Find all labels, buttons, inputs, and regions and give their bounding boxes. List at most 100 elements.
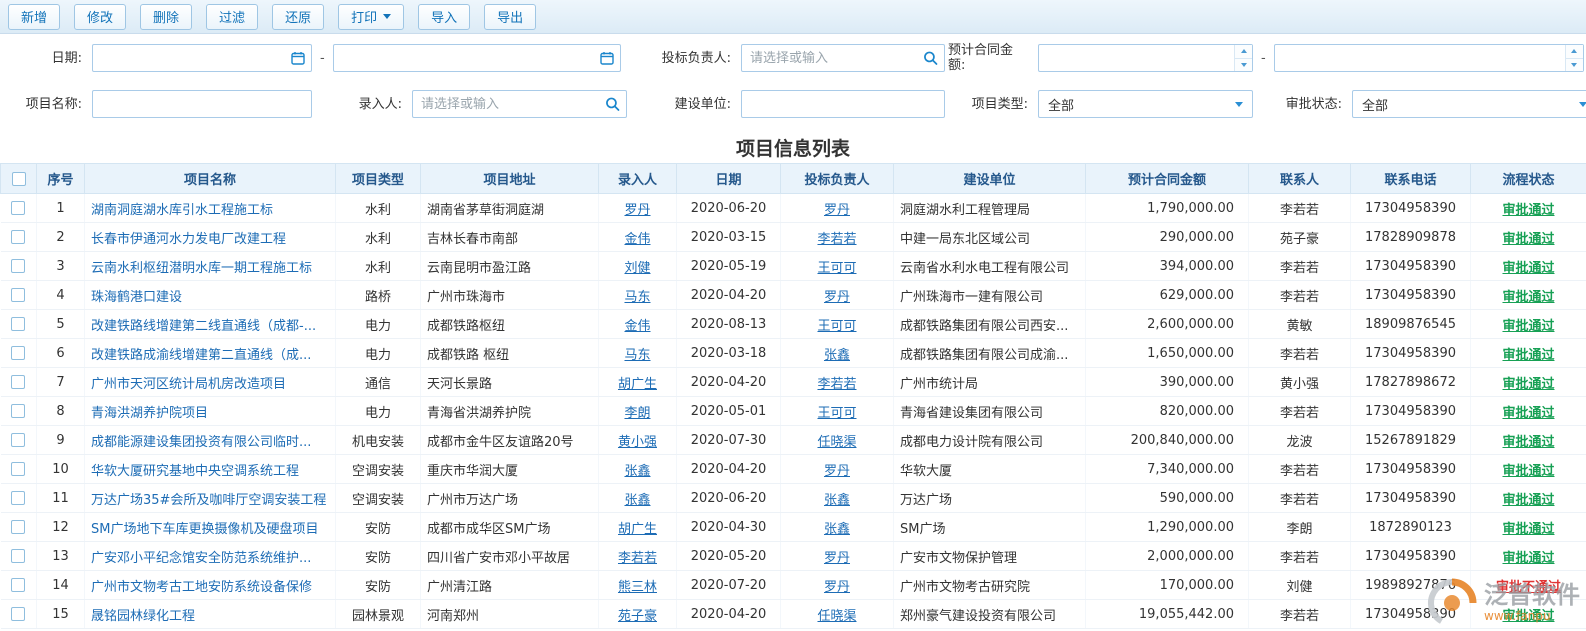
row-checkbox[interactable] [11,230,26,244]
calendar-icon[interactable] [600,51,614,65]
flow-status-link[interactable]: 审批通过 [1502,319,1554,334]
toolbar-button-restore[interactable]: 还原 [272,3,325,30]
stepper-up-icon[interactable] [1235,45,1252,58]
toolbar-button-export[interactable]: 导出 [484,3,537,30]
number-stepper[interactable] [1234,45,1252,71]
bid-manager-link[interactable]: 王可可 [817,319,856,334]
row-checkbox[interactable] [11,288,26,302]
row-checkbox[interactable] [11,491,26,505]
entry-person-link[interactable]: 李若若 [618,551,657,566]
toolbar-button-delete[interactable]: 删除 [140,3,193,30]
flow-status-link[interactable]: 审批通过 [1502,290,1554,305]
entry-person-link[interactable]: 熊三林 [618,580,657,595]
bid-manager-input[interactable] [741,44,945,72]
toolbar-button-print[interactable]: 打印 [338,3,405,30]
calendar-icon[interactable] [291,51,305,65]
date-to-input[interactable] [332,44,621,72]
entry-person-link[interactable]: 张鑫 [624,493,650,508]
flow-status-link[interactable]: 审批通过 [1502,348,1554,363]
project-name-link[interactable]: 晟铭园林绿化工程 [91,609,195,624]
bid-manager-link[interactable]: 罗丹 [824,580,850,595]
approval-status-select[interactable]: 全部 [1352,90,1586,118]
toolbar-button-import[interactable]: 导入 [418,3,471,30]
row-checkbox[interactable] [11,520,26,534]
entry-person-link[interactable]: 胡广生 [618,377,657,392]
flow-status-link[interactable]: 审批通过 [1502,203,1554,218]
amount-to-input[interactable] [1273,44,1584,72]
entry-person-link[interactable]: 罗丹 [624,203,650,218]
flow-status-link[interactable]: 审批通过 [1502,609,1554,624]
number-stepper[interactable] [1564,45,1583,72]
search-icon[interactable] [923,51,938,66]
flow-status-link[interactable]: 审批通过 [1502,522,1554,537]
flow-status-link[interactable]: 审批不通过 [1496,580,1561,595]
project-name-link[interactable]: 长春市伊通河水力发电厂改建工程 [91,232,286,247]
project-name-link[interactable]: SM广场地下车库更换摄像机及硬盘项目 [91,522,318,537]
entry-person-link[interactable]: 刘健 [624,261,650,276]
project-name-link[interactable]: 青海洪湖养护院项目 [91,406,208,421]
flow-status-link[interactable]: 审批通过 [1502,464,1554,479]
bid-manager-link[interactable]: 王可可 [817,406,856,421]
project-name-link[interactable]: 成都能源建设集团投资有限公司临时... [91,435,311,450]
flow-status-link[interactable]: 审批通过 [1502,406,1554,421]
row-checkbox[interactable] [11,259,26,273]
project-name-input[interactable] [92,90,312,118]
entry-person-link[interactable]: 李朗 [624,406,650,421]
entry-person-link[interactable]: 金伟 [624,319,650,334]
row-checkbox[interactable] [11,317,26,331]
flow-status-link[interactable]: 审批通过 [1502,551,1554,566]
project-name-link[interactable]: 云南水利枢纽潜明水库一期工程施工标 [91,261,312,276]
entry-person-link[interactable]: 胡广生 [618,522,657,537]
bid-manager-link[interactable]: 罗丹 [824,551,850,566]
project-name-link[interactable]: 广州市文物考古工地安防系统设备保修 [91,580,312,595]
row-checkbox[interactable] [11,549,26,563]
row-checkbox[interactable] [11,433,26,447]
construction-unit-input[interactable] [741,90,945,118]
project-name-link[interactable]: 华软大厦研究基地中央空调系统工程 [91,464,299,479]
search-icon[interactable] [605,97,620,112]
row-checkbox[interactable] [11,462,26,476]
bid-manager-link[interactable]: 张鑫 [824,522,850,537]
project-name-link[interactable]: 湖南洞庭湖水库引水工程施工标 [91,203,273,218]
project-name-link[interactable]: 广安邓小平纪念馆安全防范系统维护... [91,551,311,566]
bid-manager-link[interactable]: 罗丹 [824,203,850,218]
entry-person-link[interactable]: 苑子豪 [618,609,657,624]
project-name-link[interactable]: 广州市天河区统计局机房改造项目 [91,377,286,392]
select-all-checkbox[interactable] [11,171,26,186]
flow-status-link[interactable]: 审批通过 [1502,435,1554,450]
entry-person-link[interactable]: 马东 [624,348,650,363]
entry-person-link[interactable]: 金伟 [624,232,650,247]
row-checkbox[interactable] [11,578,26,592]
project-name-link[interactable]: 珠海鹤港口建设 [91,290,182,305]
toolbar-button-edit[interactable]: 修改 [74,3,127,30]
amount-from-input[interactable] [1038,44,1253,72]
flow-status-link[interactable]: 审批通过 [1502,377,1554,392]
stepper-down-icon[interactable] [1565,57,1583,72]
entry-person-input[interactable] [412,90,627,118]
entry-person-link[interactable]: 马东 [624,290,650,305]
bid-manager-link[interactable]: 任晓渠 [817,609,856,624]
bid-manager-link[interactable]: 罗丹 [824,290,850,305]
entry-person-link[interactable]: 张鑫 [624,464,650,479]
bid-manager-link[interactable]: 李若若 [817,377,856,392]
stepper-up-icon[interactable] [1566,45,1583,58]
toolbar-button-filter[interactable]: 过滤 [206,3,259,30]
flow-status-link[interactable]: 审批通过 [1502,261,1554,276]
row-checkbox[interactable] [11,201,26,215]
project-name-link[interactable]: 改建铁路线增建第二线直通线（成都-... [91,319,316,334]
project-name-link[interactable]: 改建铁路成渝线增建第二直通线（成... [91,348,311,363]
stepper-down-icon[interactable] [1235,57,1252,72]
flow-status-link[interactable]: 审批通过 [1502,232,1554,247]
project-name-link[interactable]: 万达广场35#会所及咖啡厅空调安装工程 [91,493,326,508]
project-type-select[interactable]: 全部 [1038,90,1253,118]
flow-status-link[interactable]: 审批通过 [1502,493,1554,508]
row-checkbox[interactable] [11,375,26,389]
bid-manager-link[interactable]: 张鑫 [824,348,850,363]
bid-manager-link[interactable]: 罗丹 [824,464,850,479]
date-from-input[interactable] [92,44,312,72]
toolbar-button-add[interactable]: 新增 [8,3,61,30]
row-checkbox[interactable] [11,404,26,418]
row-checkbox[interactable] [11,607,26,621]
bid-manager-link[interactable]: 李若若 [817,232,856,247]
bid-manager-link[interactable]: 王可可 [817,261,856,276]
